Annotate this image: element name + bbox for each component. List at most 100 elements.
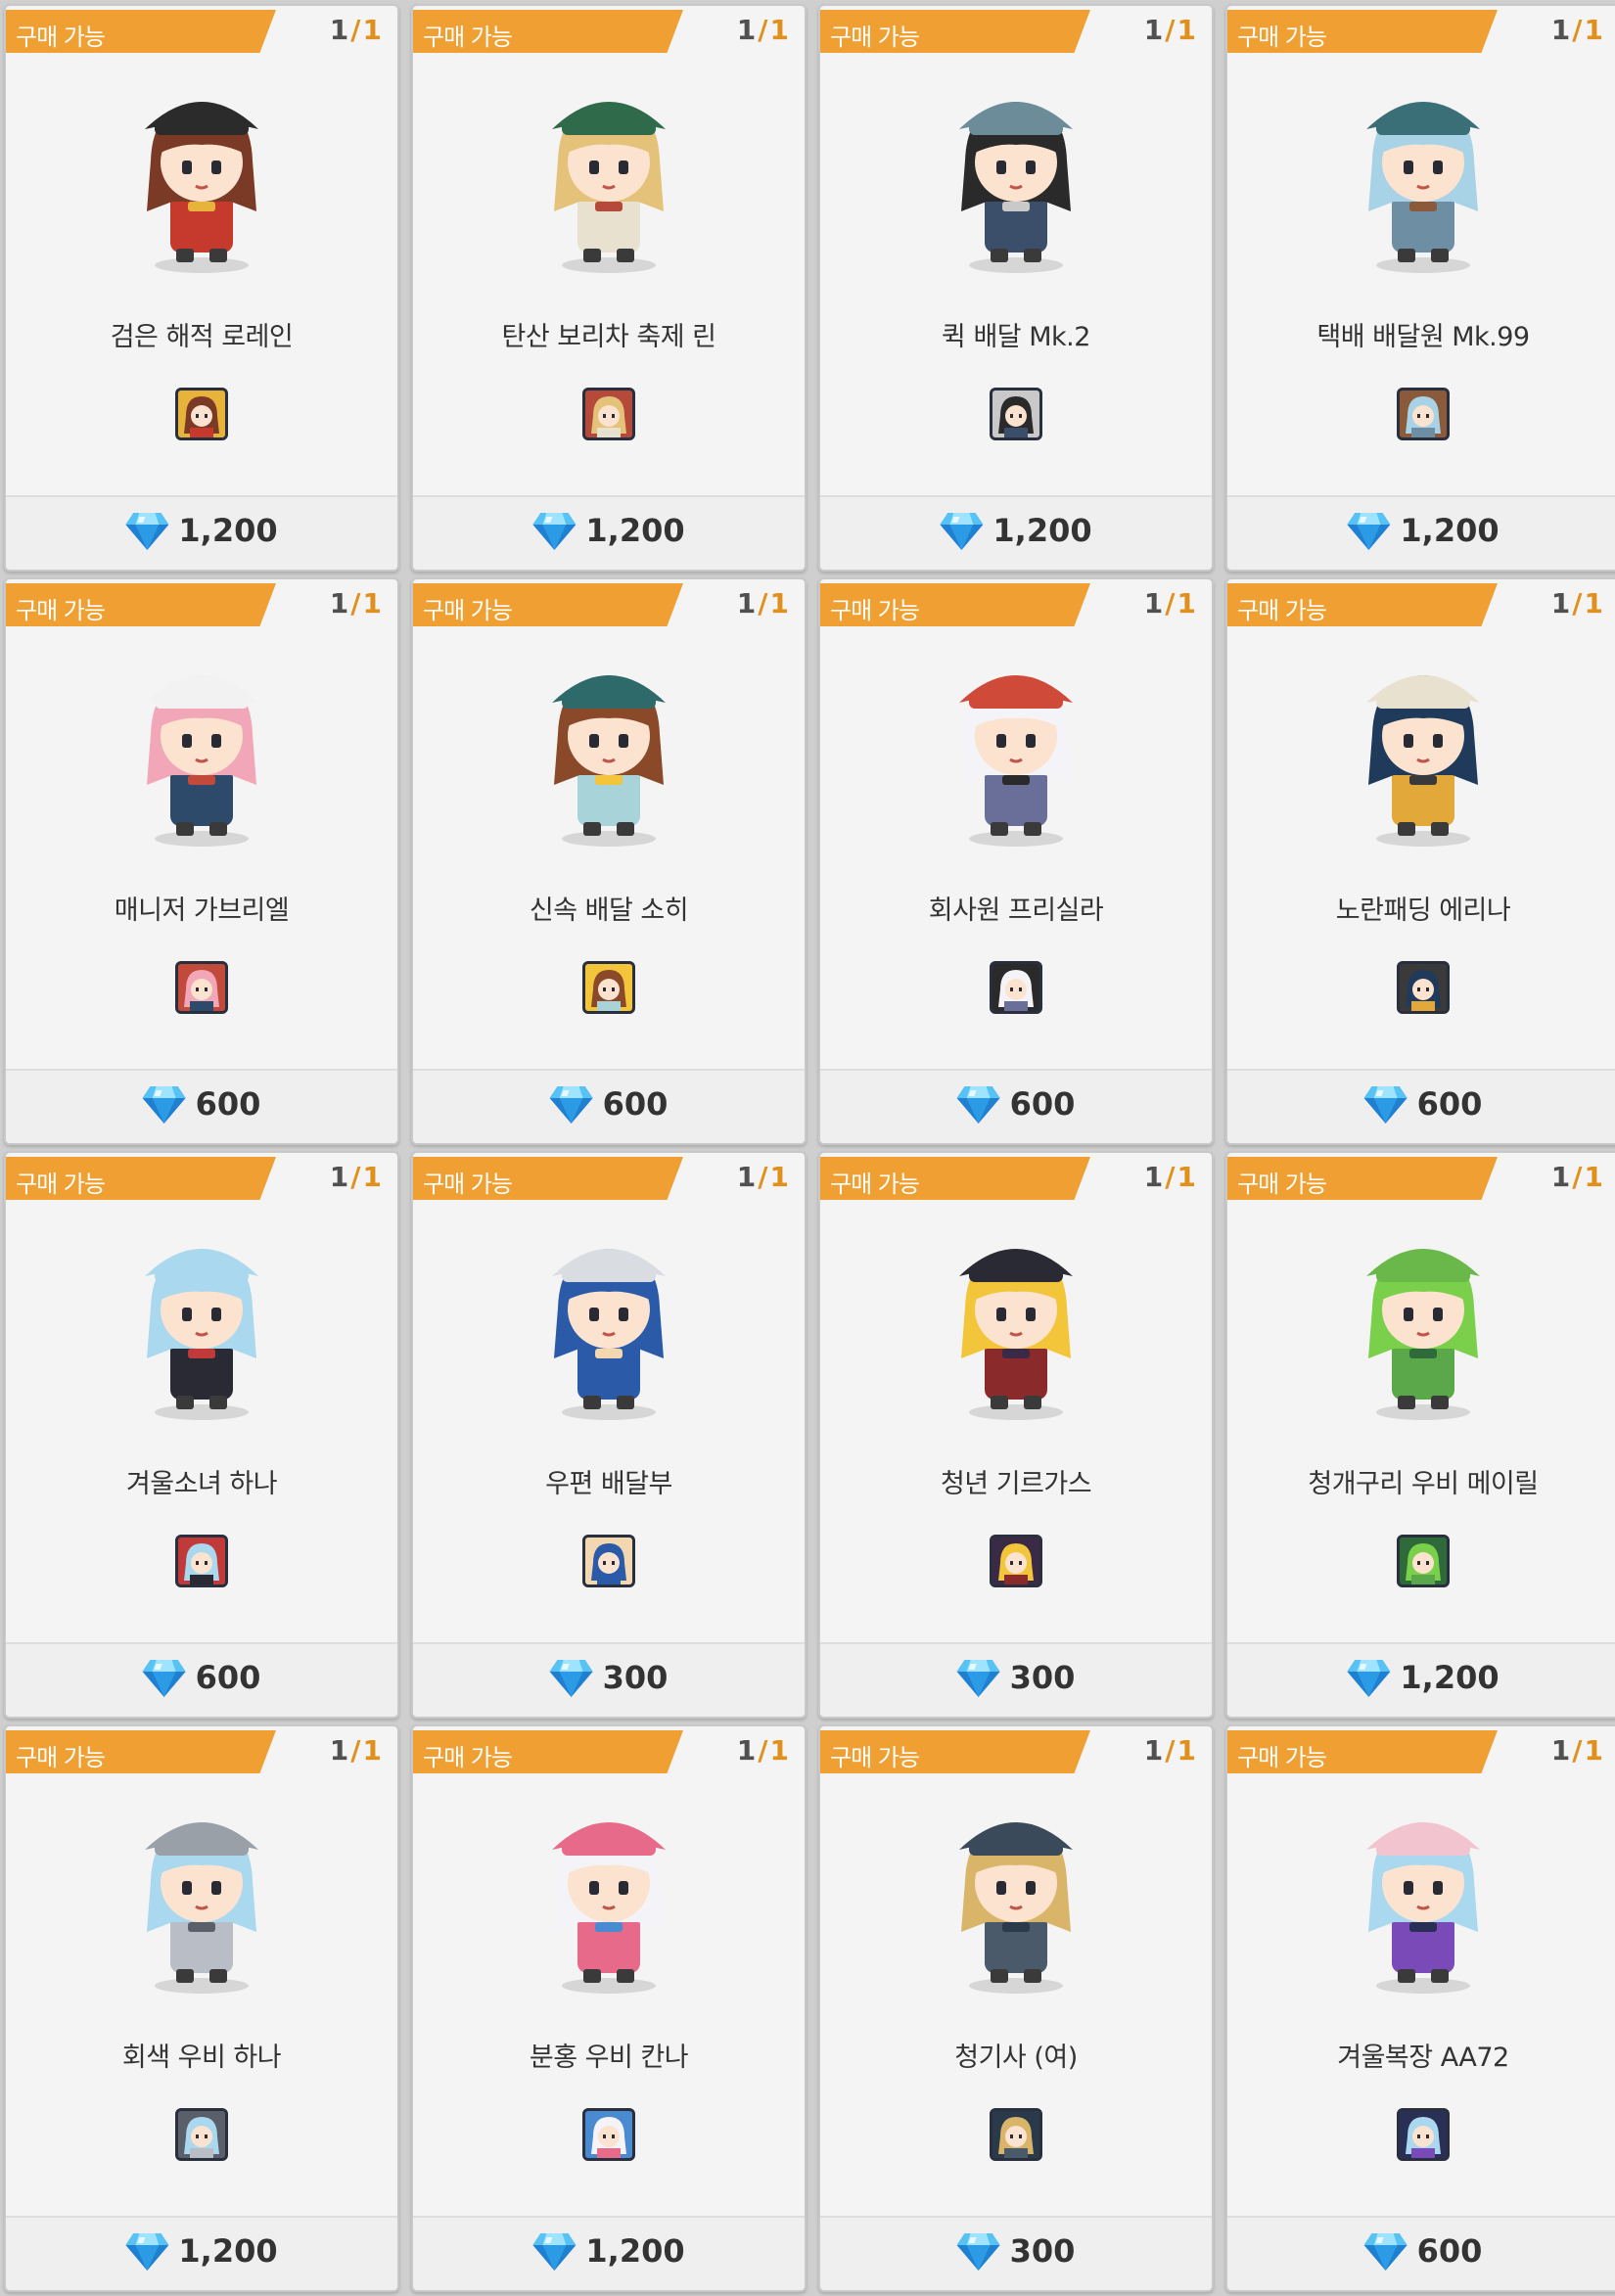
price: 1,200 bbox=[532, 511, 685, 550]
character-thumbnail[interactable] bbox=[582, 1535, 635, 1587]
diamond-gem-icon bbox=[532, 2233, 577, 2271]
price-footer[interactable]: 300 bbox=[820, 2216, 1212, 2290]
shop-item-card[interactable]: 구매 가능 1/1 검은 해적 로레인 1,200 bbox=[4, 4, 399, 572]
shop-item-grid: 구매 가능 1/1 검은 해적 로레인 1,200 구매 가능 1/1 탄산 보… bbox=[0, 0, 1615, 2296]
purchasable-label: 구매 가능 bbox=[830, 597, 920, 624]
purchase-limit-counter: 1/1 bbox=[330, 1734, 384, 1767]
shop-item-card[interactable]: 구매 가능 1/1 퀵 배달 Mk.2 1,200 bbox=[818, 4, 1214, 572]
price-amount: 1,200 bbox=[992, 512, 1092, 549]
shop-item-card[interactable]: 구매 가능 1/1 매니저 가브리엘 600 bbox=[4, 577, 399, 1145]
stock-max: 1 bbox=[362, 1734, 384, 1767]
delivery-character-portrait bbox=[1366, 102, 1480, 273]
character-thumbnail[interactable] bbox=[582, 961, 635, 1014]
character-thumbnail[interactable] bbox=[175, 961, 228, 1014]
purchasable-label: 구매 가능 bbox=[1237, 1171, 1327, 1198]
price-amount: 600 bbox=[195, 1659, 261, 1696]
price-footer[interactable]: 600 bbox=[820, 1069, 1212, 1143]
character-thumbnail[interactable] bbox=[1397, 2108, 1450, 2161]
diamond-gem-icon bbox=[1347, 1660, 1391, 1697]
price: 300 bbox=[956, 1658, 1075, 1697]
character-thumbnail[interactable] bbox=[175, 1535, 228, 1587]
stock-current: 1 bbox=[329, 587, 351, 620]
price-footer[interactable]: 600 bbox=[1227, 2216, 1615, 2290]
price-footer[interactable]: 600 bbox=[1227, 1069, 1615, 1143]
character-thumbnail[interactable] bbox=[175, 2108, 228, 2161]
character-thumbnail-icon bbox=[992, 2111, 1039, 2158]
diamond-gem-icon bbox=[1363, 2233, 1407, 2271]
price-amount: 1,200 bbox=[585, 2232, 685, 2270]
shop-item-card[interactable]: 구매 가능 1/1 회사원 프리실라 600 bbox=[818, 577, 1214, 1145]
price-footer[interactable]: 1,200 bbox=[6, 2216, 397, 2290]
diamond-gem-icon bbox=[956, 2233, 1000, 2271]
character-thumbnail[interactable] bbox=[582, 2108, 635, 2161]
price-footer[interactable]: 1,200 bbox=[413, 2216, 805, 2290]
price-amount: 600 bbox=[195, 1085, 261, 1123]
price-footer[interactable]: 1,200 bbox=[1227, 495, 1615, 570]
character-thumbnail[interactable] bbox=[1397, 388, 1450, 440]
purchasable-badge: 구매 가능 bbox=[6, 583, 276, 626]
price-footer[interactable]: 1,200 bbox=[1227, 1642, 1615, 1717]
diamond-gem-icon bbox=[956, 1086, 1000, 1124]
character-thumbnail[interactable] bbox=[990, 388, 1042, 440]
purchase-limit-counter: 1/1 bbox=[330, 14, 384, 46]
price: 1,200 bbox=[940, 511, 1092, 550]
price-footer[interactable]: 1,200 bbox=[820, 495, 1212, 570]
stock-current: 1 bbox=[1143, 14, 1166, 46]
item-name: 매니저 가브리엘 bbox=[114, 895, 290, 926]
shop-item-card[interactable]: 구매 가능 1/1 청기사 (여) 300 bbox=[818, 1724, 1214, 2292]
price-amount: 600 bbox=[1416, 2232, 1483, 2270]
price-footer[interactable]: 600 bbox=[6, 1642, 397, 1717]
price-amount: 600 bbox=[1416, 1085, 1483, 1123]
price: 600 bbox=[1363, 2231, 1483, 2271]
purchasable-badge: 구매 가능 bbox=[1227, 1730, 1498, 1773]
diamond-gem-icon bbox=[532, 513, 577, 550]
purchase-limit-counter: 1/1 bbox=[1144, 1161, 1198, 1193]
stock-max: 1 bbox=[1584, 1734, 1605, 1767]
shop-item-card[interactable]: 구매 가능 1/1 신속 배달 소히 600 bbox=[411, 577, 807, 1145]
purchasable-badge: 구매 가능 bbox=[413, 1730, 683, 1773]
character-thumbnail[interactable] bbox=[1397, 1535, 1450, 1587]
character-thumbnail[interactable] bbox=[990, 2108, 1042, 2161]
diamond-gem-icon bbox=[1347, 513, 1391, 550]
shop-item-card[interactable]: 구매 가능 1/1 노란패딩 에리나 600 bbox=[1225, 577, 1615, 1145]
shop-item-card[interactable]: 구매 가능 1/1 청개구리 우비 메이릴 1,200 bbox=[1225, 1151, 1615, 1719]
shop-item-card[interactable]: 구매 가능 1/1 겨울복장 AA72 600 bbox=[1225, 1724, 1615, 2292]
price-footer[interactable]: 1,200 bbox=[413, 495, 805, 570]
price: 300 bbox=[956, 2231, 1075, 2271]
price-footer[interactable]: 600 bbox=[413, 1069, 805, 1143]
purchasable-label: 구매 가능 bbox=[830, 1171, 920, 1198]
stock-separator: / bbox=[1572, 1734, 1585, 1767]
item-name: 신속 배달 소히 bbox=[529, 895, 689, 926]
character-thumbnail[interactable] bbox=[990, 1535, 1042, 1587]
price-footer[interactable]: 300 bbox=[413, 1642, 805, 1717]
character-thumbnail[interactable] bbox=[175, 388, 228, 440]
price-footer[interactable]: 300 bbox=[820, 1642, 1212, 1717]
item-name: 노란패딩 에리나 bbox=[1335, 895, 1511, 926]
stock-current: 1 bbox=[736, 1734, 759, 1767]
shop-item-card[interactable]: 구매 가능 1/1 회색 우비 하나 1,200 bbox=[4, 1724, 399, 2292]
shop-item-card[interactable]: 구매 가능 1/1 겨울소녀 하나 600 bbox=[4, 1151, 399, 1719]
character-thumbnail[interactable] bbox=[582, 388, 635, 440]
price: 1,200 bbox=[1347, 511, 1500, 550]
stock-max: 1 bbox=[1177, 14, 1198, 46]
purchasable-label: 구매 가능 bbox=[1237, 23, 1327, 51]
character-thumbnail-icon bbox=[585, 2111, 632, 2158]
price-footer[interactable]: 600 bbox=[6, 1069, 397, 1143]
shop-item-card[interactable]: 구매 가능 1/1 우편 배달부 300 bbox=[411, 1151, 807, 1719]
shop-item-card[interactable]: 구매 가능 1/1 분홍 우비 칸나 1,200 bbox=[411, 1724, 807, 2292]
price-footer[interactable]: 1,200 bbox=[6, 495, 397, 570]
price: 300 bbox=[549, 1658, 668, 1697]
stock-separator: / bbox=[758, 587, 770, 620]
shop-item-card[interactable]: 구매 가능 1/1 청년 기르가스 300 bbox=[818, 1151, 1214, 1719]
item-name: 회사원 프리실라 bbox=[928, 895, 1104, 926]
purchase-limit-counter: 1/1 bbox=[1551, 1734, 1605, 1767]
yellow-padding-character-portrait bbox=[1366, 675, 1480, 847]
shop-item-card[interactable]: 구매 가능 1/1 탄산 보리차 축제 린 1,200 bbox=[411, 4, 807, 572]
price: 1,200 bbox=[1347, 1658, 1500, 1697]
manager-character-portrait bbox=[145, 675, 258, 847]
character-thumbnail[interactable] bbox=[990, 961, 1042, 1014]
purchasable-label: 구매 가능 bbox=[423, 23, 513, 51]
character-thumbnail[interactable] bbox=[1397, 961, 1450, 1014]
character-thumbnail-icon bbox=[585, 390, 632, 437]
shop-item-card[interactable]: 구매 가능 1/1 택배 배달원 Mk.99 1,200 bbox=[1225, 4, 1615, 572]
